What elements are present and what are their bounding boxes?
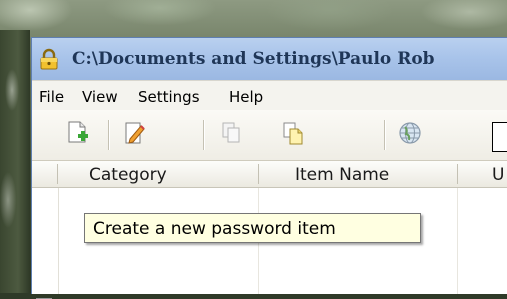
app-window: C:\Documents and Settings\Paulo Rob File… — [31, 37, 507, 299]
toolbar-separator — [108, 120, 110, 150]
column-separator[interactable] — [57, 164, 58, 184]
edit-item-button[interactable] — [119, 120, 151, 150]
tooltip: Create a new password item — [84, 213, 421, 243]
row-gutter — [32, 188, 59, 299]
window-title: C:\Documents and Settings\Paulo Rob — [72, 49, 435, 69]
menu-view[interactable]: View — [82, 88, 118, 106]
toolbar-separator — [384, 120, 386, 150]
new-item-button[interactable] — [62, 120, 94, 150]
column-separator[interactable] — [457, 164, 458, 184]
paste-icon — [281, 120, 305, 150]
menu-file[interactable]: File — [39, 88, 64, 106]
grid-line — [457, 188, 458, 294]
copy-button[interactable] — [215, 120, 247, 150]
new-item-icon — [66, 120, 90, 150]
menu-settings[interactable]: Settings — [138, 88, 200, 106]
globe-button[interactable] — [394, 120, 426, 150]
search-input[interactable] — [492, 122, 507, 152]
edit-item-icon — [123, 120, 147, 150]
globe-icon — [398, 121, 422, 149]
padlock-icon — [38, 48, 60, 70]
menu-bar: File View Settings Help — [32, 80, 507, 111]
column-header-category[interactable]: Category — [89, 165, 167, 185]
menu-help[interactable]: Help — [229, 88, 263, 106]
column-header-item-name[interactable]: Item Name — [295, 165, 389, 185]
toolbar — [32, 110, 507, 161]
paste-button[interactable] — [277, 120, 309, 150]
title-bar[interactable]: C:\Documents and Settings\Paulo Rob — [32, 38, 507, 80]
column-separator[interactable] — [258, 164, 259, 184]
column-header-username[interactable]: U — [492, 165, 504, 185]
toolbar-separator — [203, 120, 205, 150]
copy-icon — [219, 120, 243, 150]
desktop-wallpaper-edge — [0, 30, 30, 293]
list-header: Category Item Name U — [32, 161, 507, 188]
